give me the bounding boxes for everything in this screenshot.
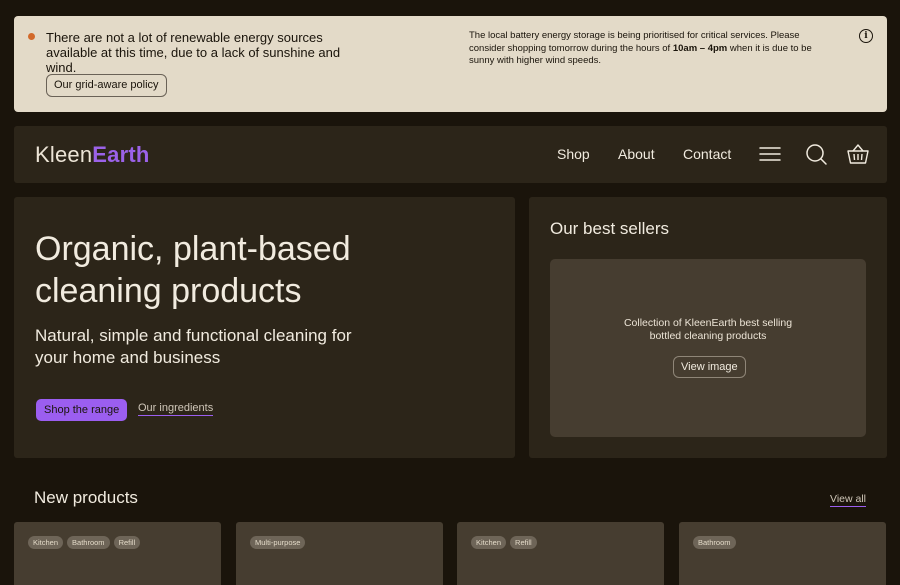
product-tags: Multi-purpose [250, 536, 306, 549]
grid-aware-policy-button[interactable]: Our grid-aware policy [46, 74, 167, 97]
tag-bathroom: Bathroom [67, 536, 110, 549]
hero-subtitle: Natural, simple and functional cleaning … [35, 326, 352, 367]
banner-detail: The local battery energy storage is bein… [469, 30, 829, 68]
nav-shop[interactable]: Shop [557, 146, 590, 162]
best-sellers-panel: Our best sellers Collection of KleenEart… [529, 197, 887, 458]
nav-about[interactable]: About [618, 146, 655, 162]
product-tags: Kitchen Bathroom Refill [28, 536, 141, 549]
view-image-button[interactable]: View image [673, 356, 746, 378]
product-card[interactable]: Multi-purpose [236, 522, 443, 585]
logo-part-kleen: Kleen [35, 142, 93, 167]
tag-refill: Refill [113, 536, 141, 549]
product-card[interactable]: Bathroom [679, 522, 886, 585]
menu-icon[interactable] [758, 141, 784, 167]
product-card[interactable]: Kitchen Bathroom Refill [14, 522, 221, 585]
logo-part-earth: Earth [92, 142, 150, 167]
tag-kitchen: Kitchen [471, 536, 507, 549]
our-ingredients-link[interactable]: Our ingredients [138, 402, 214, 416]
hero-title: Organic, plant-based cleaning products [35, 230, 351, 310]
shop-the-range-button[interactable]: Shop the range [36, 399, 128, 421]
hero-panel: Organic, plant-based cleaning products N… [14, 197, 515, 458]
product-card[interactable]: Kitchen Refill [457, 522, 664, 585]
grid-aware-banner: There are not a lot of renewable energy … [14, 16, 887, 112]
image-caption: Collection of KleenEarth best selling bo… [623, 317, 793, 342]
search-icon[interactable] [804, 141, 830, 167]
tag-kitchen: Kitchen [28, 536, 64, 549]
best-sellers-image-placeholder: Collection of KleenEarth best selling bo… [550, 259, 866, 437]
tag-bathroom: Bathroom [693, 536, 736, 549]
tag-multi-purpose: Multi-purpose [250, 536, 306, 549]
tag-refill: Refill [510, 536, 537, 549]
status-dot-icon [28, 33, 35, 40]
basket-icon[interactable] [845, 141, 871, 167]
view-all-link[interactable]: View all [830, 493, 866, 507]
info-icon[interactable]: i [859, 29, 873, 43]
product-tags: Bathroom [693, 536, 736, 549]
nav-contact[interactable]: Contact [683, 146, 731, 162]
logo[interactable]: KleenEarth [35, 143, 150, 167]
banner-detail-hours: 10am – 4pm [672, 42, 728, 54]
banner-message: There are not a lot of renewable energy … [46, 30, 341, 75]
site-header: KleenEarth Shop About Contact [14, 126, 887, 183]
best-sellers-title: Our best sellers [550, 219, 670, 238]
new-products-title: New products [34, 488, 138, 507]
product-tags: Kitchen Refill [471, 536, 537, 549]
